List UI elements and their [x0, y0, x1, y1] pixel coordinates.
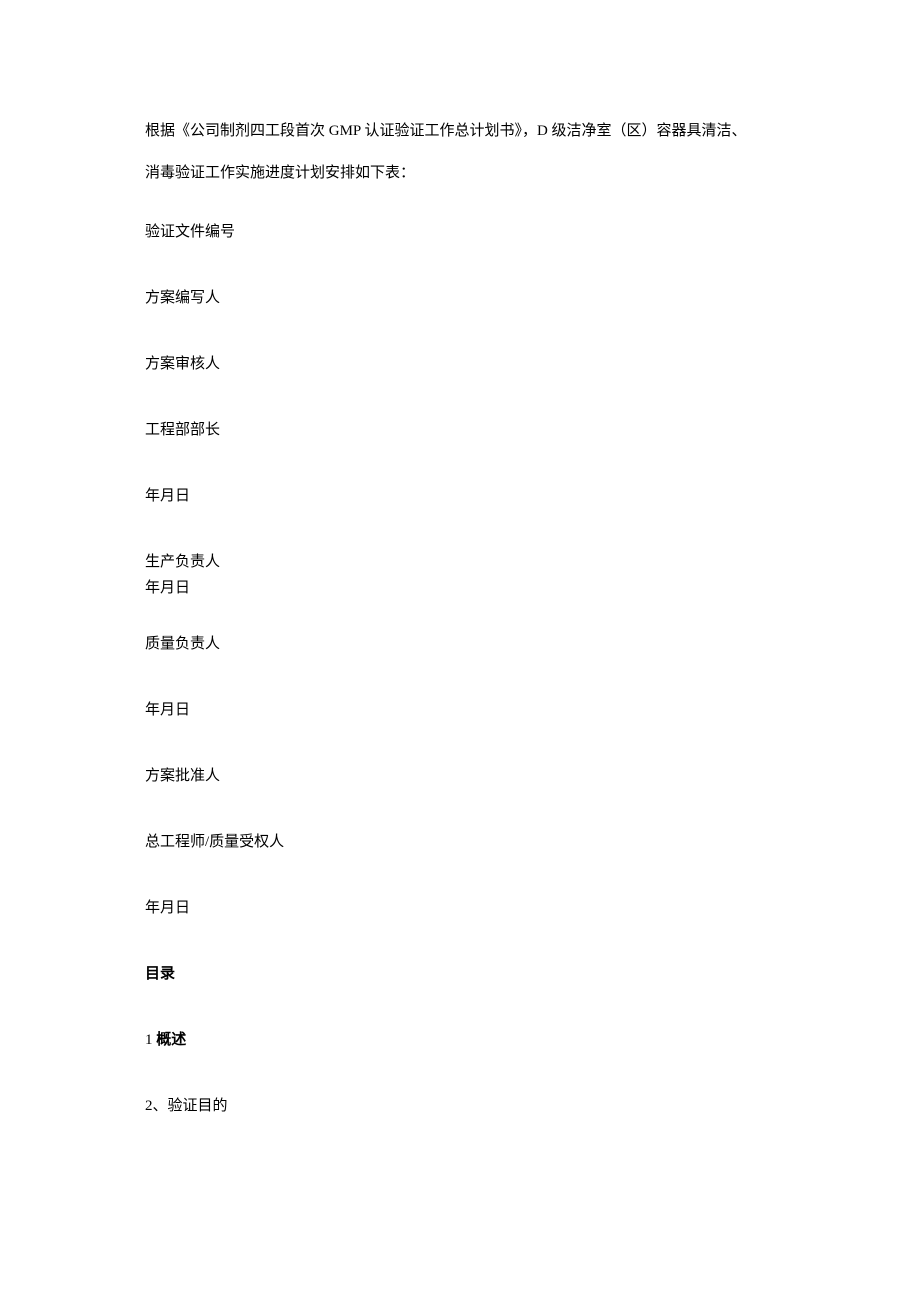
toc-heading: 目录 [145, 962, 775, 986]
field-production-group: 生产负责人 年月日 [145, 550, 775, 600]
toc-item1: 1 概述 [145, 1028, 775, 1052]
field-plan-approver: 方案批准人 [145, 764, 775, 788]
field-doc-number: 验证文件编号 [145, 220, 775, 244]
field-plan-writer: 方案编写人 [145, 286, 775, 310]
toc-item1-text: 概述 [156, 1032, 186, 1048]
intro-paragraph: 根据《公司制剂四工段首次 GMP 认证验证工作总计划书》，D 级洁净室（区）容器… [145, 110, 775, 194]
field-date1: 年月日 [145, 484, 775, 508]
field-date3: 年月日 [145, 698, 775, 722]
field-chief-engineer: 总工程师/质量受权人 [145, 830, 775, 854]
intro-line1: 根据《公司制剂四工段首次 GMP 认证验证工作总计划书》，D 级洁净室（区）容器… [145, 123, 747, 139]
intro-line2: 消毒验证工作实施进度计划安排如下表： [145, 165, 415, 181]
field-quality-head: 质量负责人 [145, 632, 775, 656]
toc-item2: 2、验证目的 [145, 1094, 775, 1118]
field-date2: 年月日 [145, 576, 775, 600]
field-date4: 年月日 [145, 896, 775, 920]
field-engineering-head: 工程部部长 [145, 418, 775, 442]
field-production-head: 生产负责人 [145, 550, 775, 574]
toc-item1-num: 1 [145, 1032, 156, 1048]
field-plan-reviewer: 方案审核人 [145, 352, 775, 376]
